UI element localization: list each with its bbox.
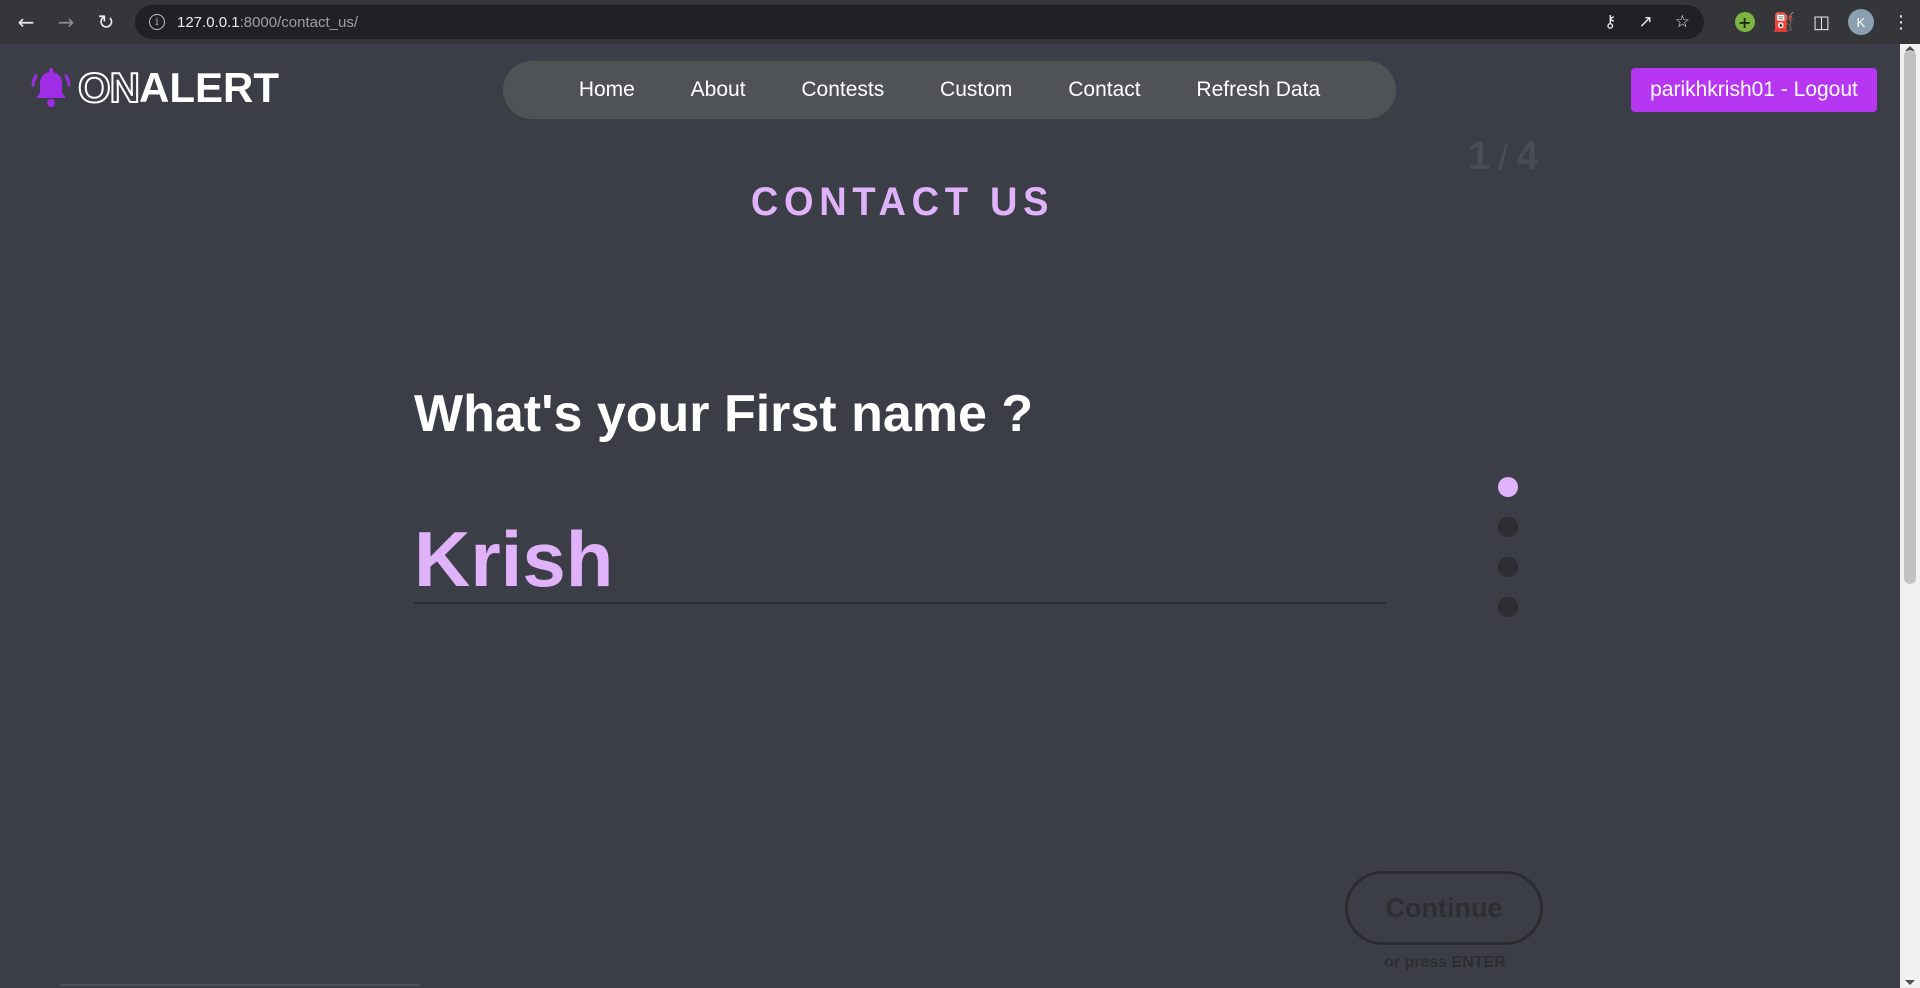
side-panel-icon[interactable]: ◫: [1813, 12, 1830, 33]
bookmark-star-icon[interactable]: ☆: [1675, 12, 1690, 32]
logo-on-text: ON: [77, 63, 141, 112]
logout-button[interactable]: parikhkrish01 - Logout: [1631, 68, 1877, 112]
step-current: 1: [1468, 134, 1491, 178]
key-icon[interactable]: ⚷: [1604, 12, 1616, 32]
address-bar[interactable]: i 127.0.0.1:8000/contact_us/ ⚷ ↗ ☆: [135, 5, 1704, 39]
browser-toolbar: ← → ↻ i 127.0.0.1:8000/contact_us/ ⚷ ↗ ☆…: [0, 0, 1920, 44]
url-text: 127.0.0.1:8000/contact_us/: [177, 13, 358, 31]
page-scrollbar[interactable]: [1900, 44, 1920, 988]
step-dot-1[interactable]: [1498, 477, 1518, 497]
nav-custom[interactable]: Custom: [940, 78, 1012, 102]
step-counter: 1 / 4: [1468, 134, 1539, 179]
extension-plus-icon[interactable]: +: [1734, 12, 1755, 32]
step-separator: /: [1498, 136, 1509, 177]
logo-alert-text: ALERT: [139, 64, 279, 111]
back-arrow-icon[interactable]: ←: [6, 2, 46, 42]
enter-hint: or press ENTER: [1384, 954, 1506, 971]
share-icon[interactable]: ↗: [1639, 12, 1653, 32]
scroll-down-arrow-icon[interactable]: [1905, 980, 1915, 985]
extensions-puzzle-icon[interactable]: ⛽: [1773, 12, 1795, 33]
profile-avatar[interactable]: K: [1848, 9, 1874, 35]
first-name-input[interactable]: [414, 516, 1386, 604]
nav-refresh-data[interactable]: Refresh Data: [1196, 78, 1320, 102]
step-dot-3[interactable]: [1498, 557, 1518, 577]
forward-arrow-icon[interactable]: →: [46, 2, 86, 42]
nav-about[interactable]: About: [691, 78, 746, 102]
page-title: CONTACT US: [750, 180, 1055, 224]
nav-home[interactable]: Home: [579, 78, 635, 102]
bell-icon: [31, 68, 71, 107]
nav-contact[interactable]: Contact: [1068, 78, 1140, 102]
divider: [60, 984, 420, 986]
reload-icon[interactable]: ↻: [86, 2, 126, 42]
scrollbar-thumb[interactable]: [1904, 50, 1916, 584]
site-info-icon[interactable]: i: [149, 14, 165, 30]
browser-menu-icon[interactable]: ⋮: [1892, 12, 1910, 33]
step-dots: [1498, 477, 1518, 617]
main-nav: Home About Contests Custom Contact Refre…: [503, 61, 1396, 119]
question-label: What's your First name ?: [414, 385, 1034, 443]
step-dot-2[interactable]: [1498, 517, 1518, 537]
continue-button[interactable]: Continue: [1345, 871, 1543, 945]
site-logo[interactable]: ON ALERT: [30, 63, 279, 112]
nav-contests[interactable]: Contests: [801, 78, 884, 102]
step-dot-4[interactable]: [1498, 597, 1518, 617]
page: ON ALERT Home About Contests Custom Cont…: [0, 44, 1900, 988]
step-total: 4: [1516, 134, 1539, 178]
